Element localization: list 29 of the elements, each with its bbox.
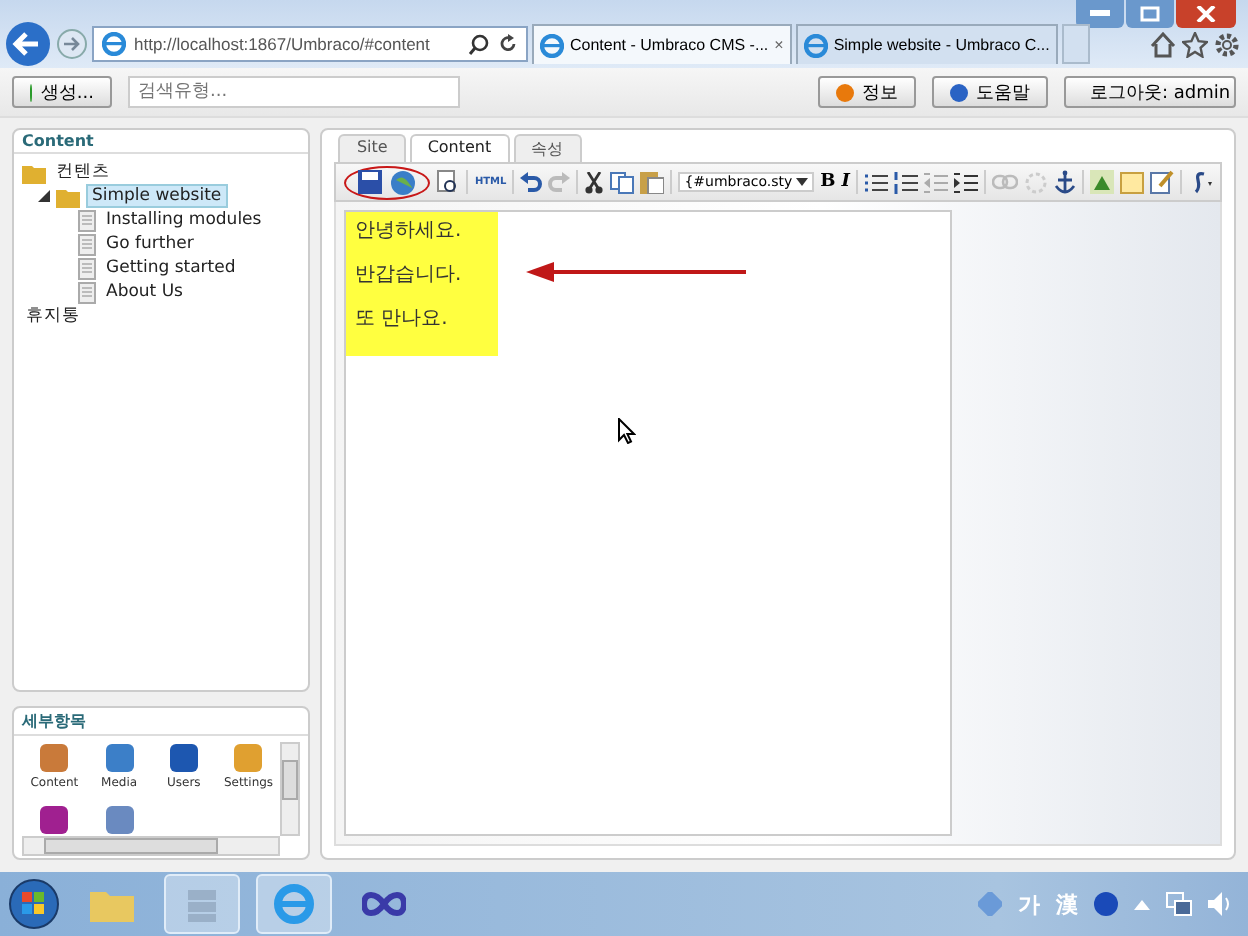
browser-tab[interactable]: Simple website - Umbraco C...: [795, 24, 1058, 64]
tab-title: Content - Umbraco CMS -...: [570, 36, 769, 54]
info-button[interactable]: 정보: [818, 76, 916, 108]
tree-item[interactable]: About Us: [102, 282, 187, 302]
tree-item[interactable]: 컨텐츠: [52, 160, 114, 184]
address-text: http://localhost:1867/Umbraco/#content: [134, 34, 432, 54]
panel-title: 세부항목: [14, 710, 309, 736]
panel-title: Content: [14, 132, 309, 154]
tree-item[interactable]: Getting started: [102, 258, 240, 278]
editor-tab[interactable]: Content: [409, 134, 510, 162]
italic-button[interactable]: I: [841, 172, 850, 192]
paragraph: 또 만나요.: [354, 306, 450, 332]
tree-item[interactable]: Go further: [102, 234, 198, 254]
search-field[interactable]: 검색유형...: [128, 76, 460, 108]
help-button[interactable]: 도움말: [932, 76, 1048, 108]
paragraph: 반갑습니다.: [354, 262, 464, 288]
tree-item[interactable]: 휴지통: [22, 304, 84, 328]
tree-item[interactable]: Simple website: [86, 184, 228, 208]
tab-title: Simple website - Umbraco C...: [833, 36, 1050, 54]
create-button[interactable]: 생성...: [12, 76, 112, 108]
logout-button[interactable]: 로그아웃: admin: [1064, 76, 1236, 108]
paragraph: 안녕하세요.: [354, 218, 464, 244]
browser-tab[interactable]: Content - Umbraco CMS -... ×: [532, 24, 792, 64]
editor-tab[interactable]: Site: [338, 134, 406, 162]
tree-item[interactable]: Installing modules: [102, 210, 266, 230]
address-bar[interactable]: http://localhost:1867/Umbraco/#content: [92, 26, 528, 62]
bold-button[interactable]: B: [820, 172, 836, 192]
tab-close-button[interactable]: ×: [774, 36, 784, 54]
editor-tab[interactable]: 속성: [513, 134, 582, 162]
